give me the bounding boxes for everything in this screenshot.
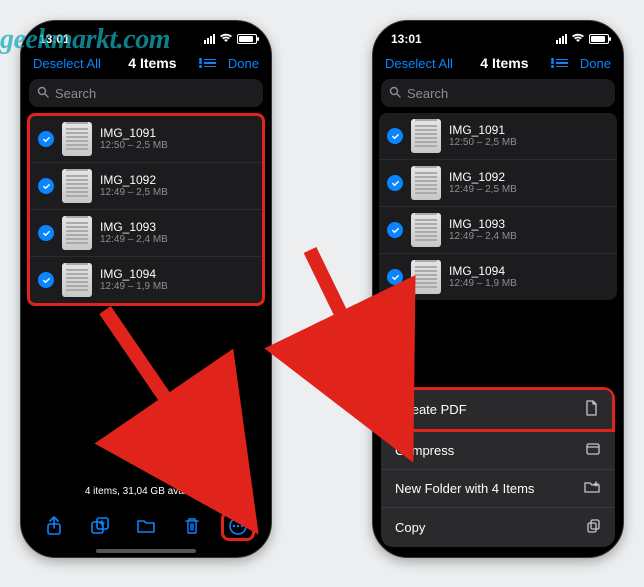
search-icon — [389, 86, 401, 101]
file-meta: 12:49 – 2,4 MB — [100, 234, 168, 246]
nav-bar: Deselect All 4 Items Done — [373, 51, 623, 77]
more-button[interactable] — [221, 511, 255, 541]
file-thumbnail — [62, 216, 92, 250]
menu-copy[interactable]: Copy — [381, 508, 615, 547]
menu-compress[interactable]: Compress — [381, 432, 615, 470]
file-thumbnail — [62, 122, 92, 156]
wifi-icon — [571, 32, 585, 46]
list-item[interactable]: IMG_109312:49 – 2,4 MB — [379, 207, 617, 254]
file-thumbnail — [411, 260, 441, 294]
footer: 4 items, 31,04 GB available — [21, 482, 271, 557]
nav-title: 4 Items — [480, 55, 528, 71]
file-thumbnail — [411, 213, 441, 247]
action-menu: Create PDF Compress New Folder with 4 It… — [381, 387, 615, 547]
notch — [438, 21, 558, 43]
check-icon[interactable] — [387, 269, 403, 285]
battery-icon — [237, 34, 257, 44]
file-thumbnail — [411, 166, 441, 200]
cellular-icon — [204, 34, 215, 44]
deselect-all-button[interactable]: Deselect All — [33, 56, 101, 71]
check-icon[interactable] — [387, 175, 403, 191]
document-icon — [584, 400, 598, 419]
check-icon[interactable] — [38, 131, 54, 147]
file-name: IMG_1094 — [100, 267, 168, 281]
file-name: IMG_1093 — [100, 220, 168, 234]
status-indicators — [204, 32, 257, 46]
file-meta: 12:49 – 2,4 MB — [449, 231, 517, 243]
file-meta: 12:49 – 2,5 MB — [449, 184, 517, 196]
phone-screenshot-left: 13:01 Deselect All 4 Items Done Search I… — [20, 20, 272, 558]
check-icon[interactable] — [38, 272, 54, 288]
file-name: IMG_1094 — [449, 264, 517, 278]
menu-label: Create PDF — [398, 402, 467, 417]
deselect-all-button[interactable]: Deselect All — [385, 56, 453, 71]
file-thumbnail — [62, 169, 92, 203]
wifi-icon — [219, 32, 233, 46]
folder-plus-icon — [583, 480, 601, 497]
file-list: IMG_109112:50 – 2,5 MB IMG_109212:49 – 2… — [379, 113, 617, 300]
file-meta: 12:49 – 2,5 MB — [100, 187, 168, 199]
menu-label: Copy — [395, 520, 425, 535]
status-indicators — [556, 32, 609, 46]
check-icon[interactable] — [387, 128, 403, 144]
menu-label: New Folder with 4 Items — [395, 481, 534, 496]
archive-icon — [585, 442, 601, 459]
cellular-icon — [556, 34, 567, 44]
search-icon — [37, 86, 49, 101]
file-name: IMG_1091 — [449, 123, 517, 137]
search-placeholder: Search — [55, 86, 96, 101]
duplicate-button[interactable] — [83, 511, 117, 541]
file-thumbnail — [62, 263, 92, 297]
file-name: IMG_1092 — [449, 170, 517, 184]
file-name: IMG_1092 — [100, 173, 168, 187]
file-list: IMG_109112:50 – 2,5 MB IMG_109212:49 – 2… — [27, 113, 265, 306]
file-name: IMG_1093 — [449, 217, 517, 231]
list-item[interactable]: IMG_109212:49 – 2,5 MB — [30, 163, 262, 210]
menu-new-folder[interactable]: New Folder with 4 Items — [381, 470, 615, 508]
list-item[interactable]: IMG_109112:50 – 2,5 MB — [30, 116, 262, 163]
list-item[interactable]: IMG_109112:50 – 2,5 MB — [379, 113, 617, 160]
status-time: 13:01 — [391, 32, 422, 46]
done-button[interactable]: Done — [580, 56, 611, 71]
move-button[interactable] — [129, 511, 163, 541]
list-item[interactable]: IMG_109412:49 – 1,9 MB — [379, 254, 617, 300]
check-icon[interactable] — [387, 222, 403, 238]
phone-screenshot-right: 13:01 Deselect All 4 Items Done Search I… — [372, 20, 624, 558]
view-list-icon[interactable] — [204, 59, 216, 68]
file-meta: 12:49 – 1,9 MB — [100, 281, 168, 293]
file-name: IMG_1091 — [100, 126, 168, 140]
menu-create-pdf[interactable]: Create PDF — [381, 387, 615, 432]
search-bar[interactable]: Search — [29, 79, 263, 107]
watermark: geekmarkt.com — [0, 24, 170, 56]
share-button[interactable] — [37, 511, 71, 541]
check-icon[interactable] — [38, 225, 54, 241]
trash-button[interactable] — [175, 511, 209, 541]
list-item[interactable]: IMG_109212:49 – 2,5 MB — [379, 160, 617, 207]
done-button[interactable]: Done — [228, 56, 259, 71]
file-thumbnail — [411, 119, 441, 153]
view-list-icon[interactable] — [556, 59, 568, 68]
file-meta: 12:49 – 1,9 MB — [449, 278, 517, 290]
search-bar[interactable]: Search — [381, 79, 615, 107]
list-item[interactable]: IMG_109312:49 – 2,4 MB — [30, 210, 262, 257]
list-item[interactable]: IMG_109412:49 – 1,9 MB — [30, 257, 262, 303]
file-meta: 12:50 – 2,5 MB — [100, 140, 168, 152]
search-placeholder: Search — [407, 86, 448, 101]
battery-icon — [589, 34, 609, 44]
check-icon[interactable] — [38, 178, 54, 194]
copy-icon — [585, 518, 601, 537]
menu-label: Compress — [395, 443, 454, 458]
file-meta: 12:50 – 2,5 MB — [449, 137, 517, 149]
nav-title: 4 Items — [128, 55, 176, 71]
home-indicator — [96, 549, 196, 553]
footer-info: 4 items, 31,04 GB available — [21, 482, 271, 505]
